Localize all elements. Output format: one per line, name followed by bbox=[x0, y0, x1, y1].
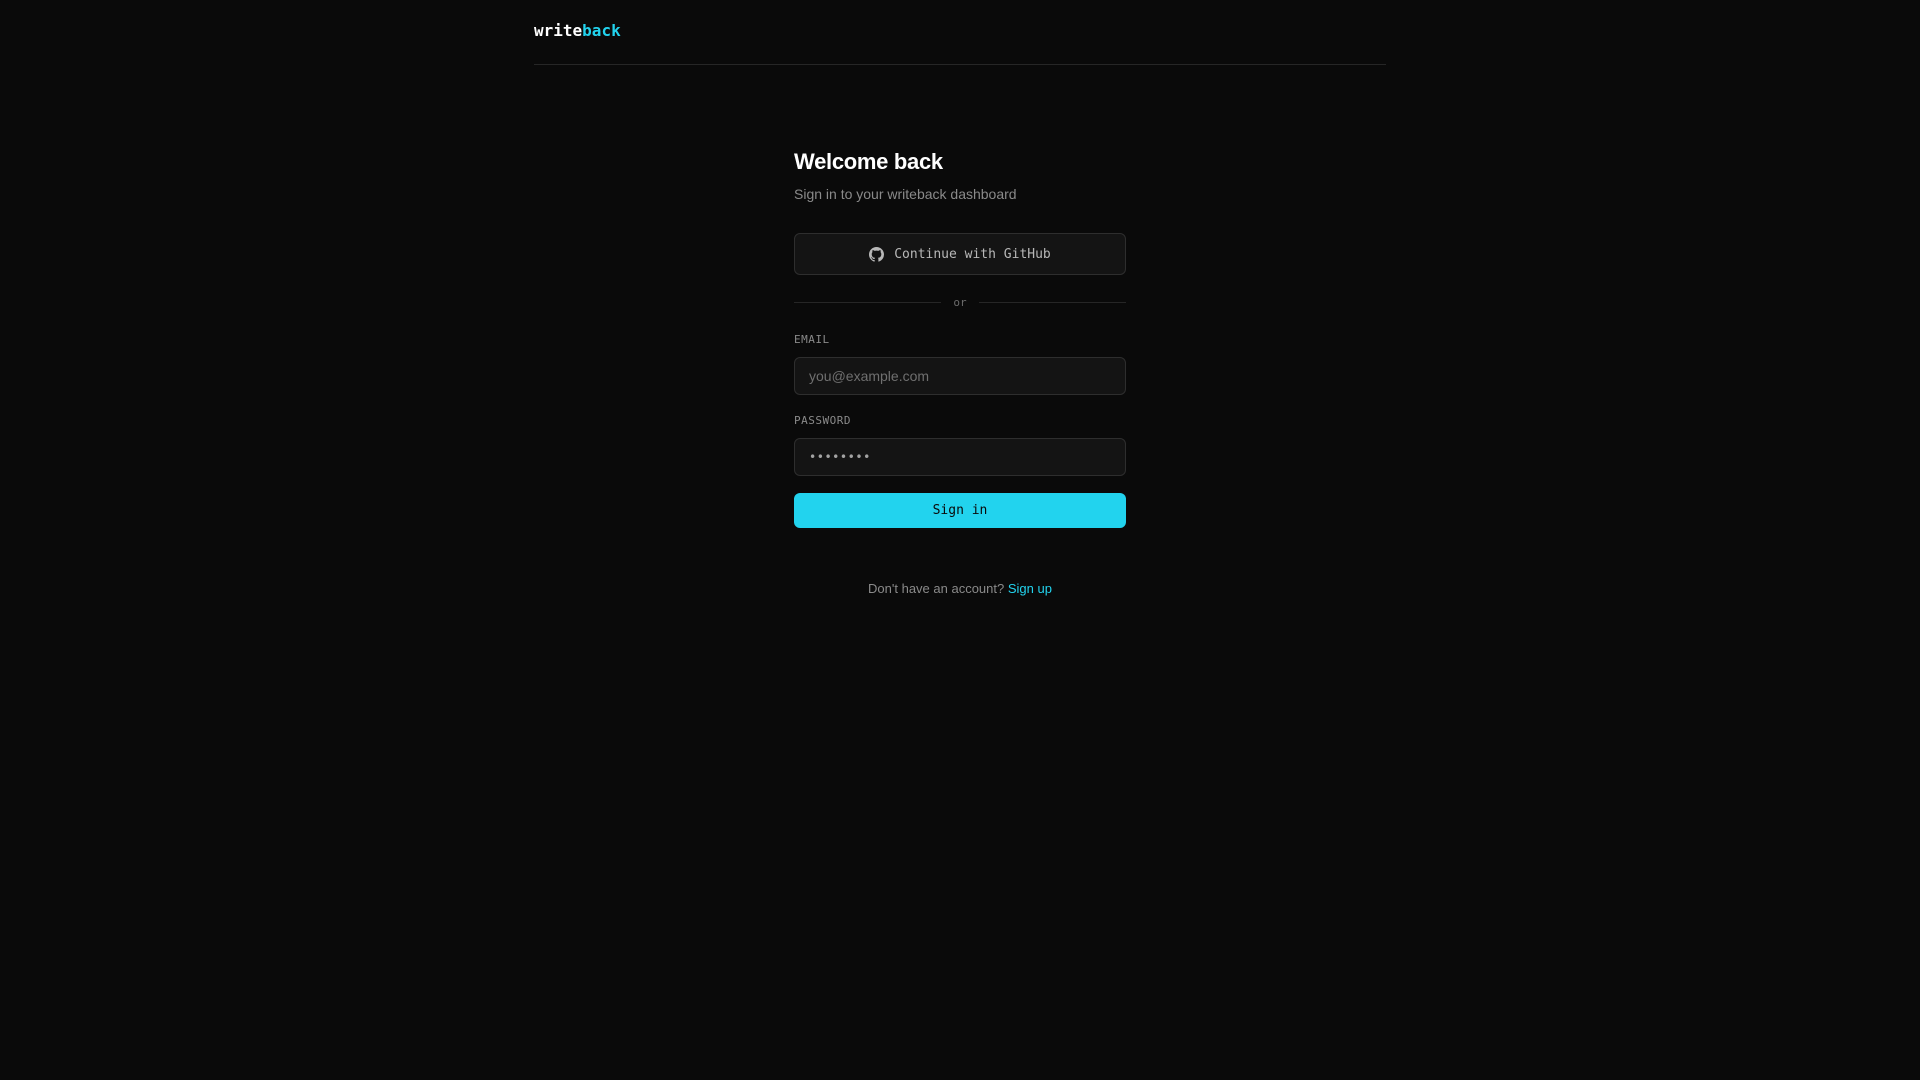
logo-primary: write bbox=[534, 21, 583, 40]
github-button-label: Continue with GitHub bbox=[894, 246, 1051, 262]
site-header: writeback bbox=[534, 0, 1386, 65]
divider-line-left bbox=[794, 301, 942, 303]
divider: or bbox=[794, 295, 1126, 309]
divider-label: or bbox=[953, 295, 967, 309]
github-icon bbox=[869, 246, 885, 262]
password-field[interactable] bbox=[794, 438, 1126, 476]
sign-in-form: Welcome back Sign in to your writeback d… bbox=[794, 146, 1126, 597]
password-label: PASSWORD bbox=[794, 414, 851, 427]
github-signin-button[interactable]: Continue with GitHub bbox=[794, 233, 1126, 275]
sign-up-link[interactable]: Sign up bbox=[1008, 581, 1052, 596]
logo[interactable]: writeback bbox=[534, 22, 621, 40]
email-label: EMAIL bbox=[794, 333, 830, 346]
divider-line-right bbox=[978, 301, 1126, 303]
sign-in-button[interactable]: Sign in bbox=[794, 493, 1126, 528]
page-subtitle: Sign in to your writeback dashboard bbox=[794, 186, 1017, 202]
email-field[interactable] bbox=[794, 357, 1126, 395]
signup-prompt: Don't have an account? Sign up bbox=[794, 581, 1126, 597]
logo-accent: back bbox=[582, 21, 621, 40]
page-title: Welcome back bbox=[794, 149, 943, 174]
signup-prompt-text: Don't have an account? bbox=[868, 581, 1005, 596]
